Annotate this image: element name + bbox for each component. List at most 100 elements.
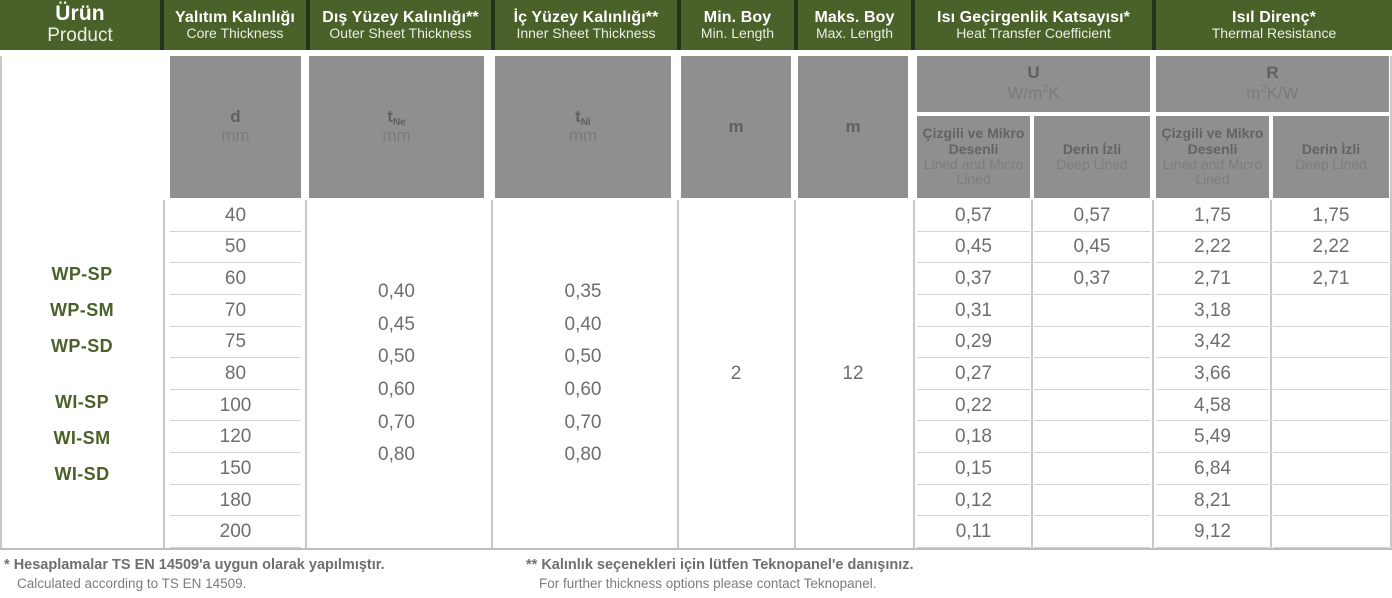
u-lined-value: 0,57 <box>917 200 1030 232</box>
r-lined-value: 8,21 <box>1156 484 1269 517</box>
u-deep-value <box>1034 358 1150 390</box>
core-thickness-value: 100 <box>170 389 301 422</box>
u-lined-value: 0,15 <box>917 453 1030 485</box>
outer-thickness-value: 0,70 <box>378 411 415 433</box>
header-product-tr: Ürün <box>55 2 105 26</box>
subheader-product-blank <box>0 56 162 198</box>
footnote-1-tr: * Hesaplamalar TS EN 14509'a uygun olara… <box>4 557 385 573</box>
u-lined-value: 0,31 <box>917 294 1030 327</box>
subheader-outer-symbol: tNe <box>387 107 406 129</box>
inner-thickness-value: 0,35 <box>564 280 602 302</box>
core-thickness-value: 60 <box>170 263 301 295</box>
column-divider <box>163 200 165 550</box>
product-name: WI-SD <box>54 464 110 484</box>
subheader-u-symbol: U <box>1027 63 1040 83</box>
subheader-u-lined: Çizgili ve Mikro Desenli Lined and Micro… <box>917 116 1030 198</box>
r-deep-value: 2,22 <box>1273 231 1389 264</box>
r-deep-value <box>1273 358 1389 390</box>
spec-table-page: Ürün Product Yalıtım Kalınlığı Core Thic… <box>0 0 1392 598</box>
header-core-thickness: Yalıtım Kalınlığı Core Thickness <box>162 0 308 50</box>
r-deep-value <box>1273 326 1389 359</box>
u-deep-value <box>1034 389 1150 422</box>
header-heat-transfer-coefficient-tr: Isı Geçirgenlik Katsayısı* <box>937 8 1130 26</box>
subheader-u-band: U W/m2K <box>917 56 1150 112</box>
subheader-r-lined-tr: Çizgili ve Mikro Desenli <box>1161 125 1264 157</box>
product-name: WP-SD <box>51 336 113 356</box>
u-lined-value: 0,11 <box>917 516 1030 548</box>
r-deep-value <box>1273 294 1389 327</box>
subheader-inner-unit: mm <box>568 126 598 145</box>
u-deep-value <box>1034 484 1150 517</box>
header-thermal-resistance-tr: Isıl Direnç* <box>1232 8 1316 26</box>
product-names-column: WP-SP WP-SM WP-SD WI-SP WI-SM WI-SD <box>2 200 162 548</box>
subheader-inner-symbol: tNi <box>575 107 591 129</box>
outer-thickness-value: 0,50 <box>378 346 415 368</box>
header-product: Ürün Product <box>0 0 162 50</box>
u-lined-value: 0,22 <box>917 389 1030 422</box>
r-deep-value <box>1273 453 1389 485</box>
inner-thickness-value: 0,80 <box>564 444 602 466</box>
u-deep-value <box>1034 516 1150 548</box>
subheader-inner-sheet-thickness: tNi mm <box>495 56 671 198</box>
footnote-1-en: Calculated according to TS EN 14509. <box>17 575 247 591</box>
product-name: WP-SP <box>51 264 113 284</box>
r-lined-column: 1,75 2,22 2,71 3,18 3,42 3,66 4,58 5,49 6,84 8,21… <box>1156 200 1269 549</box>
subheader-u-unit: W/m2K <box>1007 83 1060 103</box>
u-lined-value: 0,18 <box>917 421 1030 454</box>
inner-thickness-value: 0,50 <box>564 346 602 368</box>
outer-thickness-value: 0,40 <box>378 280 415 302</box>
header-inner-sheet-thickness-tr: İç Yüzey Kalınlığı** <box>513 8 659 26</box>
core-thickness-value: 75 <box>170 326 301 359</box>
column-divider <box>1270 200 1272 550</box>
subheader-outer-unit: mm <box>382 126 411 145</box>
r-lined-value: 3,42 <box>1156 326 1269 359</box>
header-product-en: Product <box>47 25 113 47</box>
r-lined-value: 9,12 <box>1156 516 1269 548</box>
core-thickness-value: 120 <box>170 421 301 454</box>
header-outer-sheet-thickness: Dış Yüzey Kalınlığı** Outer Sheet Thickn… <box>308 0 493 50</box>
r-lined-value: 2,71 <box>1156 263 1269 295</box>
header-min-length-en: Min. Length <box>700 25 775 42</box>
subheader-r-lined: Çizgili ve Mikro Desenli Lined and Micro… <box>1156 116 1269 198</box>
core-thickness-value: 180 <box>170 484 301 517</box>
inner-sheet-thickness-column: 0,35 0,40 0,50 0,60 0,70 0,80 <box>495 200 671 548</box>
r-lined-value: 6,84 <box>1156 453 1269 485</box>
header-min-length: Min. Boy Min. Length <box>679 0 796 50</box>
product-name: WI-SM <box>53 428 111 448</box>
core-thickness-value: 50 <box>170 231 301 264</box>
u-lined-value: 0,27 <box>917 358 1030 390</box>
r-lined-value: 1,75 <box>1156 200 1269 232</box>
subheader-r-deep: Derin İzli Deep Lined <box>1273 116 1389 198</box>
header-max-length-en: Max. Length <box>815 25 894 42</box>
header-inner-sheet-thickness-en: Inner Sheet Thickness <box>516 25 656 42</box>
max-length-value: 12 <box>798 200 908 548</box>
column-divider <box>794 200 796 550</box>
header-heat-transfer-coefficient: Isı Geçirgenlik Katsayısı* Heat Transfer… <box>913 0 1154 50</box>
header-min-length-tr: Min. Boy <box>703 8 772 26</box>
r-deep-value <box>1273 421 1389 454</box>
subheader-r-band: R m2K/W <box>1156 56 1389 112</box>
u-deep-value: 0,37 <box>1034 263 1150 295</box>
header-heat-transfer-coefficient-en: Heat Transfer Coefficient <box>956 25 1111 42</box>
core-thickness-column: 40 50 60 70 75 80 100 120 150 180 200 <box>170 200 301 549</box>
core-thickness-value: 200 <box>170 516 301 548</box>
subheader-outer-sheet-thickness: tNe mm <box>309 56 484 198</box>
u-lined-value: 0,45 <box>917 231 1030 264</box>
header-core-thickness-en: Core Thickness <box>186 25 284 42</box>
subheader-min-length-unit: m <box>681 56 791 198</box>
r-lined-value: 3,18 <box>1156 294 1269 327</box>
footnote-2-en: For further thickness options please con… <box>539 575 877 591</box>
subheader-core-symbol: d <box>230 107 241 127</box>
subheader-max-length-unit-text: m <box>845 116 861 136</box>
u-deep-value <box>1034 326 1150 359</box>
subheader-r-deep-en: Deep Lined <box>1295 156 1367 172</box>
r-lined-value: 3,66 <box>1156 358 1269 390</box>
header-thermal-resistance: Isıl Direnç* Thermal Resistance <box>1154 0 1392 50</box>
subheader-r-deep-tr: Derin İzli <box>1301 140 1361 157</box>
column-divider <box>305 200 307 550</box>
r-deep-value <box>1273 389 1389 422</box>
footnote-2-tr: ** Kalınlık seçenekleri için lütfen Tekn… <box>526 557 914 573</box>
subheader-u-lined-tr: Çizgili ve Mikro Desenli <box>922 125 1025 157</box>
subheader-u-lined-en: Lined and Micro Lined <box>923 156 1024 188</box>
u-deep-value <box>1034 453 1150 485</box>
